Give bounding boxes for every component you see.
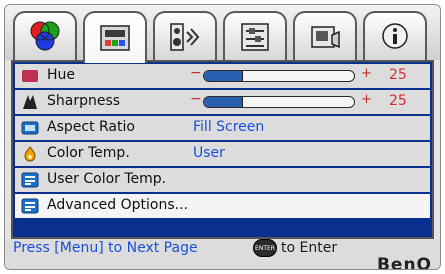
menu-footer: Press [Menu] to Next Page ENTER to Enter… xyxy=(5,239,440,270)
aspect-ratio-icon xyxy=(21,119,39,137)
sharpness-icon xyxy=(21,93,39,111)
hue-increase-sign: + xyxy=(361,66,372,81)
advanced-options-icon xyxy=(21,197,39,215)
menu-row-hue[interactable]: Hue − + 25 xyxy=(15,64,430,90)
hue-label: Hue xyxy=(47,67,76,83)
sharpness-increase-sign: + xyxy=(361,92,372,107)
tab-settings[interactable] xyxy=(223,11,287,61)
menu-tab-bar xyxy=(5,5,440,63)
sharpness-slider-fill xyxy=(204,97,243,107)
tab-information[interactable] xyxy=(363,11,427,61)
hue-decrease-sign: − xyxy=(190,65,202,81)
picture-color-icon xyxy=(28,20,62,54)
tab-picture-advanced[interactable] xyxy=(83,11,147,63)
sharpness-label: Sharpness xyxy=(47,93,121,109)
information-icon xyxy=(378,20,412,54)
settings-icon xyxy=(238,20,272,54)
tab-audio[interactable] xyxy=(153,11,217,61)
picture-advanced-icon xyxy=(98,21,132,55)
advanced-options-label: Advanced Options... xyxy=(47,197,188,213)
hue-slider-fill xyxy=(204,71,243,81)
color-temp-icon xyxy=(21,145,39,163)
menu-body: Hue − + 25 Sharpness − + 25 Aspect Ratio… xyxy=(11,60,434,239)
sharpness-decrease-sign: − xyxy=(190,91,202,107)
menu-row-user-color-temp[interactable]: User Color Temp. xyxy=(15,168,430,194)
menu-row-sharpness[interactable]: Sharpness − + 25 xyxy=(15,90,430,116)
menu-row-color-temp[interactable]: Color Temp. User xyxy=(15,142,430,168)
user-color-temp-label: User Color Temp. xyxy=(47,171,167,187)
menu-row-aspect-ratio[interactable]: Aspect Ratio Fill Screen xyxy=(15,116,430,142)
enter-hint: to Enter xyxy=(281,240,338,256)
hue-value: 25 xyxy=(389,67,407,83)
enter-button-label: ENTER xyxy=(255,244,275,252)
benq-logo: BenQ xyxy=(376,255,432,270)
sharpness-value: 25 xyxy=(389,93,407,109)
aspect-ratio-value: Fill Screen xyxy=(193,119,265,135)
osd-menu-window: Hue − + 25 Sharpness − + 25 Aspect Ratio… xyxy=(4,4,441,270)
sharpness-slider[interactable] xyxy=(203,96,355,108)
hue-icon xyxy=(21,67,39,85)
menu-row-advanced-options[interactable]: Advanced Options... xyxy=(15,194,430,220)
setup-icon xyxy=(308,20,342,54)
tab-picture-color[interactable] xyxy=(13,11,77,61)
audio-icon xyxy=(168,20,202,54)
enter-button-icon: ENTER xyxy=(253,239,277,257)
color-temp-value: User xyxy=(193,145,225,161)
menu-next-page-hint: Press [Menu] to Next Page xyxy=(13,240,198,256)
hue-slider[interactable] xyxy=(203,70,355,82)
user-color-temp-icon xyxy=(21,171,39,189)
tab-setup[interactable] xyxy=(293,11,357,61)
color-temp-label: Color Temp. xyxy=(47,145,130,161)
aspect-ratio-label: Aspect Ratio xyxy=(47,119,135,135)
